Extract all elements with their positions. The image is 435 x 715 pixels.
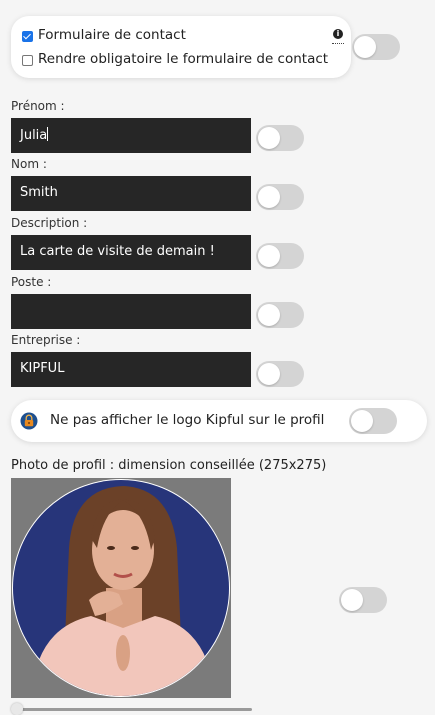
text-cursor xyxy=(47,127,49,141)
contact-form-card: Formulaire de contact i Rendre obligatoi… xyxy=(11,16,351,78)
logo-visibility-toggle[interactable] xyxy=(349,408,397,434)
profile-photo-area[interactable] xyxy=(11,478,231,698)
field-label-prenom: Prénom : xyxy=(11,99,65,113)
info-icon[interactable]: i xyxy=(333,29,343,39)
field-label-nom: Nom : xyxy=(11,157,47,171)
description-toggle[interactable] xyxy=(256,243,304,269)
mandatory-form-checkbox[interactable] xyxy=(22,55,33,66)
info-underline xyxy=(332,43,344,44)
nom-input[interactable]: Smith xyxy=(11,176,251,211)
contact-form-label: Formulaire de contact xyxy=(38,27,186,43)
poste-input[interactable] xyxy=(11,294,251,329)
contact-form-toggle[interactable] xyxy=(352,34,400,60)
field-label-entreprise: Entreprise : xyxy=(11,333,81,347)
description-input[interactable]: La carte de visite de demain ! xyxy=(11,235,251,270)
lock-icon xyxy=(20,412,38,430)
mandatory-form-label: Rendre obligatoire le formulaire de cont… xyxy=(38,51,329,67)
nom-value: Smith xyxy=(20,185,58,200)
logo-visibility-label: Ne pas afficher le logo Kipful sur le pr… xyxy=(50,412,325,428)
nom-toggle[interactable] xyxy=(256,184,304,210)
profile-photo xyxy=(12,479,230,697)
field-label-description: Description : xyxy=(11,216,88,230)
entreprise-toggle[interactable] xyxy=(256,361,304,387)
photo-label: Photo de profil : dimension conseillée (… xyxy=(11,458,327,473)
field-label-poste: Poste : xyxy=(11,275,52,289)
photo-toggle[interactable] xyxy=(339,587,387,613)
entreprise-input[interactable]: KIPFUL xyxy=(11,352,251,387)
contact-form-checkbox[interactable] xyxy=(22,31,33,42)
logo-visibility-card: Ne pas afficher le logo Kipful sur le pr… xyxy=(11,400,427,442)
description-value: La carte de visite de demain ! xyxy=(20,244,215,259)
photo-zoom-slider-track[interactable] xyxy=(18,708,252,711)
poste-toggle[interactable] xyxy=(256,302,304,328)
prenom-input[interactable]: Julia xyxy=(11,118,251,153)
photo-zoom-slider-handle[interactable] xyxy=(11,703,23,715)
entreprise-value: KIPFUL xyxy=(20,361,65,376)
prenom-toggle[interactable] xyxy=(256,125,304,151)
prenom-value: Julia xyxy=(20,128,48,143)
